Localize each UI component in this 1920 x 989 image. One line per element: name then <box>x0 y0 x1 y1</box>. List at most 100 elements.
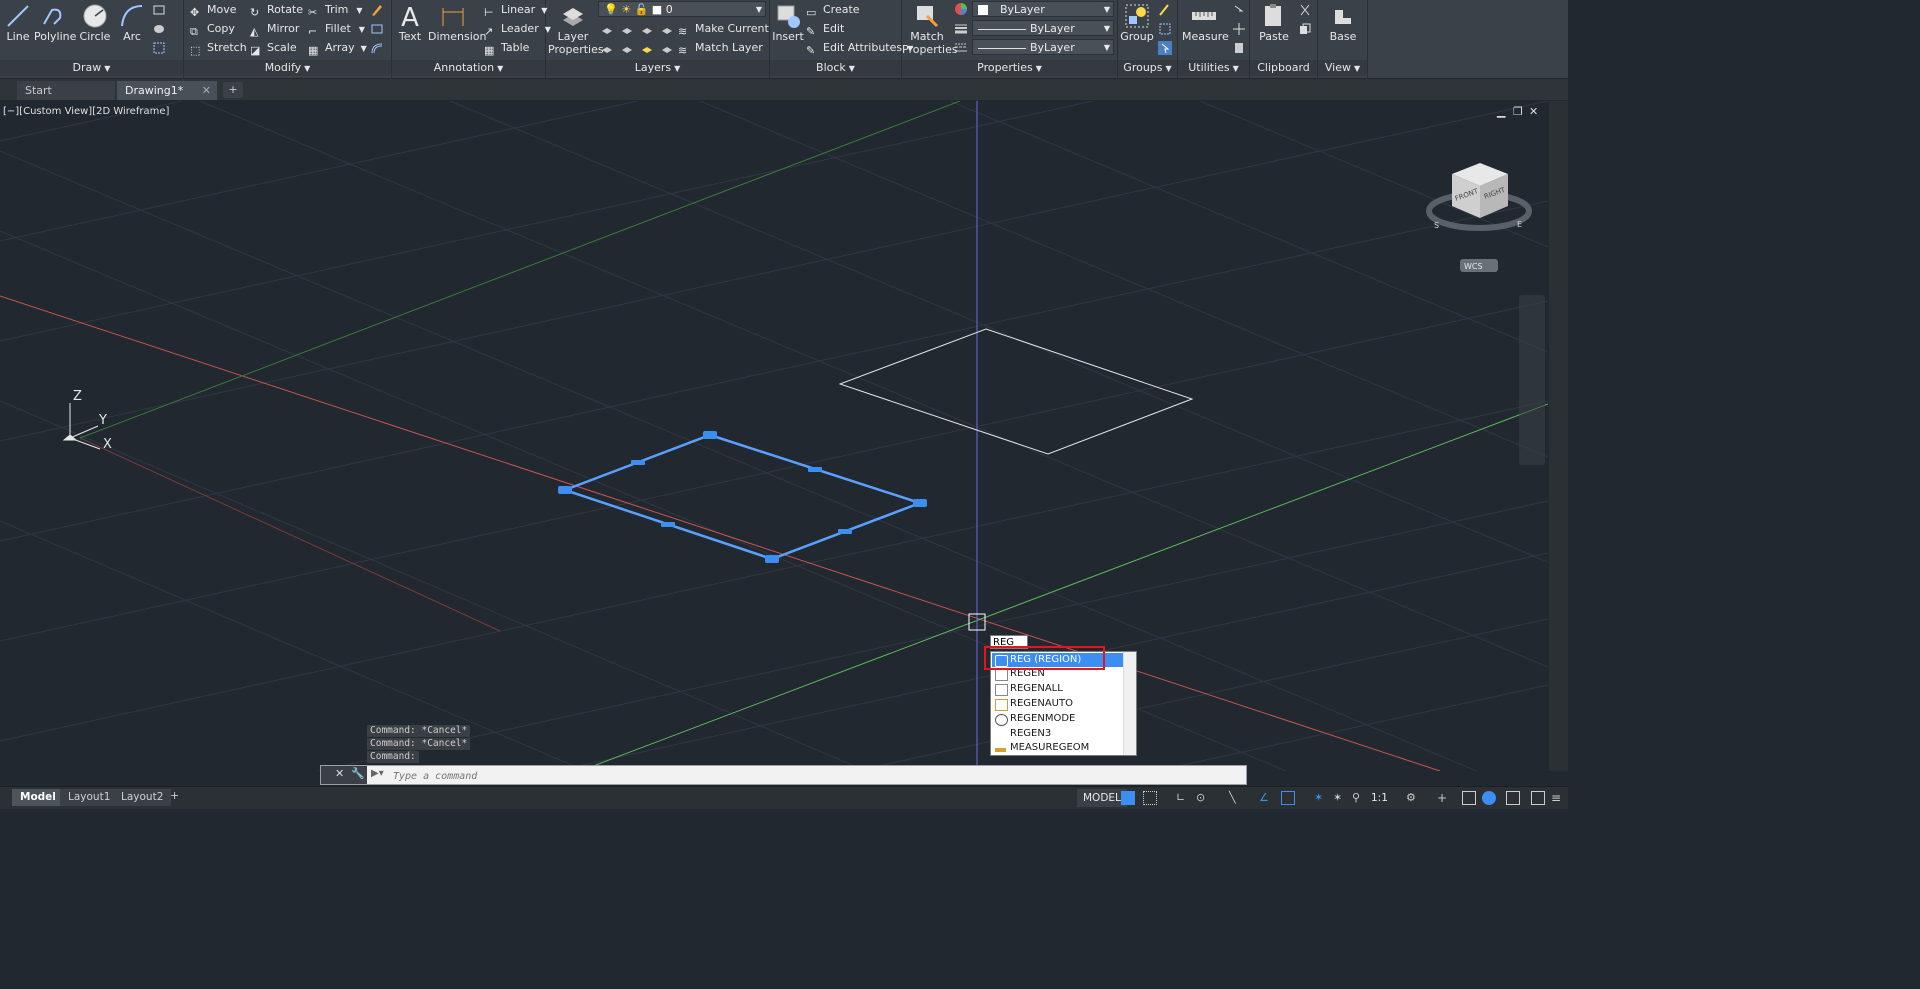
lineweight-dropdown[interactable]: ByLayer ▼ <box>972 20 1114 36</box>
linetype-dropdown[interactable]: ByLayer ▼ <box>972 39 1114 55</box>
offset-icon[interactable] <box>370 41 384 55</box>
dimension-button[interactable]: Dimension <box>428 0 486 58</box>
text-button[interactable]: A Text <box>396 0 424 58</box>
command-input[interactable] <box>391 767 1195 785</box>
isodraft-icon[interactable]: ╲ <box>1229 791 1243 805</box>
copy-button[interactable]: ⧉ Copy <box>190 20 235 38</box>
new-tab-button[interactable]: + <box>223 82 243 98</box>
match-properties-button[interactable]: Match Properties <box>902 0 958 58</box>
layer-dropdown[interactable]: 💡 ☀ 🔓 ■ 0 ▼ <box>598 1 766 17</box>
erase-icon[interactable] <box>370 3 384 17</box>
paste-button[interactable]: Paste <box>1256 0 1292 58</box>
add-layout-icon[interactable]: + <box>170 789 179 802</box>
quick-select-icon[interactable] <box>1232 3 1246 17</box>
utilities-panel-title[interactable]: Utilities ▼ <box>1178 60 1249 76</box>
fullscreen-icon[interactable] <box>1531 791 1545 805</box>
move-button[interactable]: ✥ Move <box>190 1 237 19</box>
edit-attributes-button[interactable]: ✎ Edit Attributes ▼ <box>806 39 913 57</box>
autocomplete-item-measuregeom[interactable]: MEASUREGEOM <box>992 741 1124 755</box>
group-button[interactable]: Group <box>1120 0 1154 58</box>
stretch-button[interactable]: ⬚ Stretch <box>190 39 247 57</box>
command-prompt-icon[interactable]: ▶▾ <box>371 768 384 779</box>
grid-icon[interactable] <box>1121 791 1135 805</box>
rectangle-icon[interactable] <box>152 3 166 17</box>
layer-unlock-icon[interactable] <box>660 41 674 55</box>
annotation-scale-dropdown[interactable]: 1:1 <box>1371 789 1388 807</box>
group-selection-icon[interactable] <box>1158 41 1172 55</box>
line-button[interactable]: Line <box>2 0 34 58</box>
customization-menu-icon[interactable]: ≡ <box>1551 791 1565 805</box>
plus-icon[interactable]: + <box>1437 791 1451 805</box>
viewcube[interactable]: FRONT RIGHT S E <box>1426 163 1532 231</box>
make-current-button[interactable]: ≋ Make Current <box>678 20 769 38</box>
table-button[interactable]: ▦ Table <box>484 39 529 57</box>
rotate-button[interactable]: ↻ Rotate <box>250 1 303 19</box>
viewport-controls-label[interactable]: [−][Custom View][2D Wireframe] <box>3 106 169 117</box>
group-edit-icon[interactable] <box>1158 22 1172 36</box>
layer-lock-icon[interactable] <box>660 22 674 36</box>
autocomplete-scrollbar[interactable] <box>1123 652 1136 755</box>
model-space-button[interactable]: MODEL <box>1077 789 1127 807</box>
view-panel-title[interactable]: View ▼ <box>1318 60 1367 76</box>
annotation-panel-title[interactable]: Annotation ▼ <box>392 60 545 76</box>
annotation-visibility-icon[interactable]: ✶ <box>1314 791 1328 805</box>
tab-layout1[interactable]: Layout1 <box>60 789 119 806</box>
auto-scale-icon[interactable]: ✶ <box>1333 791 1347 805</box>
cut-icon[interactable] <box>1298 3 1312 17</box>
object-snap-icon[interactable] <box>1281 791 1295 805</box>
color-dropdown[interactable]: ByLayer ▼ <box>972 1 1114 17</box>
create-block-button[interactable]: ▭ Create <box>806 1 860 19</box>
layer-freeze-icon[interactable] <box>640 22 654 36</box>
drawing-canvas[interactable]: Z Y X FRONT RIGHT S E WCS <box>0 101 1548 771</box>
annotation-scale-icon[interactable]: ⚲ <box>1352 791 1366 805</box>
restore-viewport-icon[interactable]: ❐ <box>1513 105 1523 118</box>
polar-icon[interactable]: ⊙ <box>1196 791 1210 805</box>
tab-start[interactable]: Start <box>17 81 115 100</box>
layer-on-icon[interactable] <box>600 41 614 55</box>
object-snap-tracking-icon[interactable]: ∠ <box>1259 791 1273 805</box>
array-button[interactable]: ▦ Array ▼ <box>308 39 367 57</box>
trim-button[interactable]: ✂ Trim ▼ <box>308 1 363 19</box>
mirror-button[interactable]: ◭ Mirror <box>250 20 299 38</box>
autocomplete-item-regen3[interactable]: REGEN3 <box>992 727 1124 741</box>
fillet-button[interactable]: ⌐ Fillet ▼ <box>308 20 365 38</box>
layer-thaw-icon[interactable] <box>640 41 654 55</box>
insert-button[interactable]: Insert <box>772 0 804 58</box>
close-icon[interactable]: ✕ <box>335 767 344 780</box>
leader-button[interactable]: ↗ Leader ▼ <box>484 20 551 38</box>
properties-panel-title[interactable]: Properties ▼ <box>902 60 1117 76</box>
navigation-bar[interactable] <box>1519 295 1545 465</box>
layer-isolate-icon[interactable] <box>620 22 634 36</box>
match-layer-button[interactable]: ≋ Match Layer <box>678 39 763 57</box>
arc-button[interactable]: Arc <box>116 0 148 58</box>
draw-panel-title[interactable]: Draw ▼ <box>0 60 183 76</box>
groups-panel-title[interactable]: Groups ▼ <box>1118 60 1177 76</box>
command-line-handle[interactable]: ✕ 🔧 <box>321 766 367 784</box>
hardware-acceleration-icon[interactable] <box>1482 791 1496 805</box>
edit-block-button[interactable]: ✎ Edit <box>806 20 844 38</box>
minimize-viewport-icon[interactable]: ▁ <box>1497 105 1505 118</box>
scale-button[interactable]: ◪ Scale <box>250 39 297 57</box>
modify-panel-title[interactable]: Modify ▼ <box>184 60 391 76</box>
copy-clip-icon[interactable] <box>1298 22 1312 36</box>
layers-panel-title[interactable]: Layers ▼ <box>546 60 769 76</box>
tab-drawing1[interactable]: Drawing1* ✕ <box>117 81 217 100</box>
explode-icon[interactable] <box>370 22 384 36</box>
id-point-icon[interactable] <box>1232 22 1246 36</box>
autocomplete-item-regenauto[interactable]: REGENAUTO <box>992 697 1124 711</box>
linear-button[interactable]: ⊢ Linear ▼ <box>484 1 547 19</box>
gear-icon[interactable]: ⚙ <box>1406 791 1420 805</box>
ungroup-icon[interactable] <box>1158 3 1172 17</box>
base-button[interactable]: Base <box>1324 0 1362 58</box>
circle-button[interactable]: Circle <box>78 0 112 58</box>
layer-properties-button[interactable]: Layer Properties <box>548 0 604 58</box>
autocomplete-item-regenmode[interactable]: REGENMODE <box>992 712 1124 726</box>
hatch-icon[interactable] <box>152 22 166 36</box>
block-panel-title[interactable]: Block ▼ <box>770 60 901 76</box>
close-viewport-icon[interactable]: ✕ <box>1529 105 1538 118</box>
layer-off-icon[interactable] <box>600 22 614 36</box>
layer-unisolate-icon[interactable] <box>620 41 634 55</box>
calculator-icon[interactable] <box>1232 41 1246 55</box>
wcs-menu[interactable]: WCS <box>1460 259 1498 272</box>
tab-layout2[interactable]: Layout2 <box>113 789 172 806</box>
